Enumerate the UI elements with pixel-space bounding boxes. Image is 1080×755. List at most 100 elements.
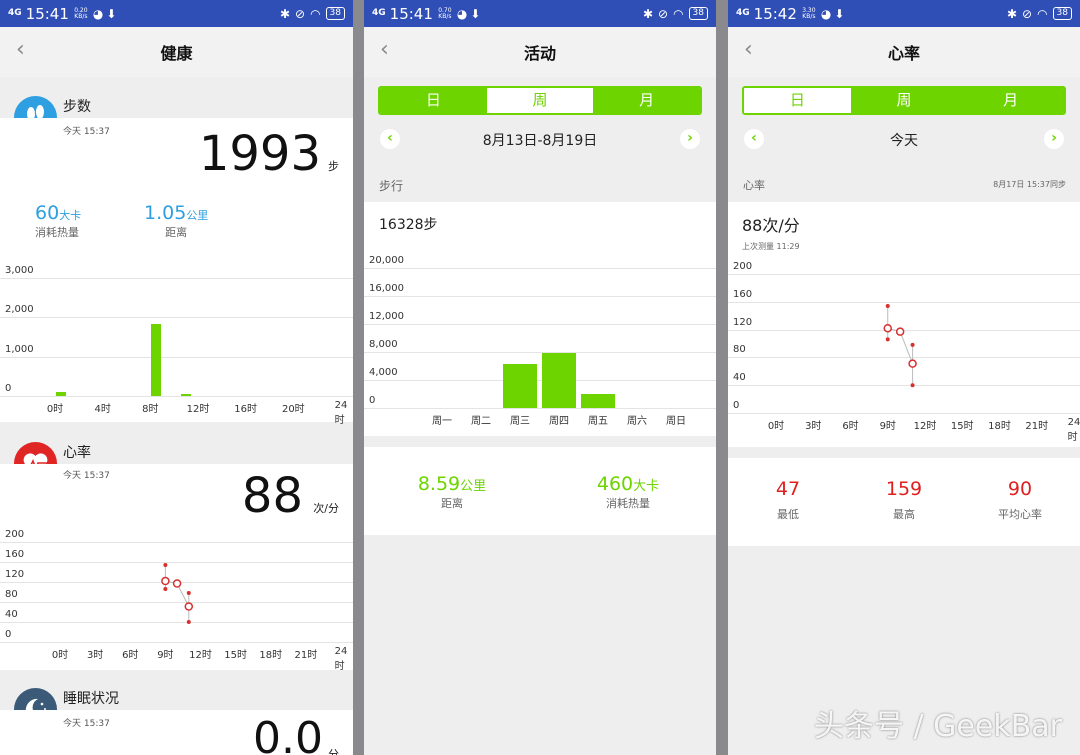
next-arrow-icon[interactable]: ›: [680, 129, 700, 149]
section-label: 步行: [379, 179, 404, 193]
tab-week[interactable]: 周: [486, 88, 594, 113]
mute-icon: ⊘: [1022, 6, 1033, 21]
tab-week[interactable]: 周: [850, 88, 958, 113]
section-label: 心率: [743, 179, 765, 192]
network-indicator: 4G: [736, 8, 750, 18]
back-icon[interactable]: ‹: [744, 37, 753, 62]
status-time: 15:42: [753, 4, 797, 23]
tab-month[interactable]: 月: [957, 88, 1064, 113]
wifi-icon: ◠: [310, 6, 321, 21]
heart-extreme-dot: [186, 620, 191, 624]
y-tick-label: 2,000: [5, 304, 34, 316]
y-tick-label: 4,000: [369, 367, 398, 378]
heart-value: 88: [241, 468, 303, 524]
distance-unit: 公里: [186, 209, 209, 222]
distance-unit: 公里: [460, 479, 487, 494]
back-icon[interactable]: ‹: [16, 37, 25, 62]
steps-bar: [181, 394, 192, 396]
avg-label: 平均心率: [998, 508, 1042, 521]
page-title: 心率: [887, 44, 920, 63]
tab-day[interactable]: 日: [744, 88, 851, 113]
wifi-icon: ◠: [1037, 6, 1048, 21]
gridline: [0, 278, 353, 279]
sleep-card: 今天 15:37 0.0 分: [0, 710, 353, 755]
wifi-icon: ◠: [673, 6, 684, 21]
y-tick-label: 12,000: [369, 311, 404, 322]
avg-stat: 90 平均心率: [980, 478, 1060, 522]
battery-icon: 38: [688, 7, 708, 20]
x-tick-label: 周日: [666, 416, 686, 427]
notification-icon: ◕: [92, 6, 104, 21]
mute-icon: ⊘: [295, 6, 306, 21]
heart-point: [172, 579, 182, 588]
location-icon: ⬇: [106, 6, 117, 21]
network-indicator: 4G: [8, 8, 22, 18]
y-tick-label: 0: [5, 383, 12, 394]
avg-value: 90: [1007, 478, 1033, 500]
distance-label: 距离: [441, 497, 463, 510]
battery-icon: 38: [325, 7, 345, 20]
status-bar: 4G 15:41 0.20 KB/s ◕ ⬇ ✱ ⊘ ◠ 38: [0, 0, 353, 27]
week-bar: [581, 394, 615, 408]
week-bar: [542, 352, 576, 408]
x-tick-label: 0时: [46, 404, 64, 415]
status-bar: 4G 15:42 3.30 KB/s ◕ ⬇ ✱ ⊘ ◠ 38: [728, 0, 1080, 27]
x-tick-label: 周三: [510, 416, 530, 427]
heart-rate-chart: 200 160 120 80 40 0 0时 3时 6时 9时 12时 15时 18时 21时 24时: [728, 261, 1080, 443]
page-title: 健康: [160, 44, 193, 63]
mute-icon: ⊘: [658, 6, 669, 21]
steps-time: 今天 15:37: [63, 127, 110, 137]
y-tick-label: 8,000: [369, 339, 398, 350]
status-time: 15:41: [389, 4, 433, 23]
back-icon[interactable]: ‹: [380, 37, 389, 62]
sleep-unit: 分: [328, 748, 339, 755]
gridline: [364, 380, 716, 381]
x-tick-label: 周六: [627, 416, 647, 427]
activity-screen: 4G 15:41 0.70 KB/s ◕ ⬇ ✱ ⊘ ◠ 38 ‹ 活动 日 周…: [364, 0, 716, 755]
max-value: 159: [885, 478, 923, 500]
heart-label: 心率: [63, 445, 91, 461]
steps-label: 步数: [63, 99, 91, 115]
distance-value: 1.05: [144, 202, 187, 224]
network-speed: 3.30 KB/s: [802, 6, 816, 20]
distance-stat: 8.59公里 距离: [394, 473, 510, 511]
y-tick-label: 1,000: [5, 343, 34, 355]
calories-label: 消耗热量: [35, 226, 79, 239]
sleep-section[interactable]: 睡眠状况 今天 15:37 0.0 分: [0, 680, 353, 755]
calories-value: 460: [596, 473, 634, 495]
heart-section[interactable]: 心率 今天 15:37 88 次/分 200 160 120 80 40 0 0时 3时 6时 9…: [0, 434, 353, 672]
gridline: [364, 268, 716, 269]
steps-value: 1993: [198, 126, 321, 182]
heart-extreme-dot: [186, 591, 191, 595]
header: ‹ 健康: [0, 27, 353, 77]
steps-section[interactable]: 步数 今天 15:37 1993 步 60大卡 消耗热量 1.05公里 距离 3…: [0, 90, 353, 426]
x-tick-label: 周四: [549, 416, 569, 427]
notification-icon: ◕: [820, 6, 832, 21]
steps-card: 今天 15:37 1993 步 60大卡 消耗热量 1.05公里 距离 3,00…: [0, 118, 353, 426]
location-icon: ⬇: [470, 6, 481, 21]
notification-icon: ◕: [456, 6, 468, 21]
bluetooth-icon: ✱: [642, 6, 653, 21]
sync-time: 8月17日 15:37同步: [993, 180, 1066, 189]
heart-extreme-dot: [163, 587, 168, 591]
x-tick-label: 24时: [334, 400, 348, 426]
y-tick-label: 0: [369, 395, 376, 406]
walking-card: 16328步 20,000 16,000 12,000 8,000 4,000 0 周一 周二…: [364, 202, 716, 436]
min-value: 47: [775, 478, 801, 500]
next-arrow-icon[interactable]: ›: [1044, 129, 1064, 149]
sleep-value: 0.0: [253, 713, 323, 755]
calories-unit: 大卡: [633, 479, 660, 494]
watermark: 头条号 / GeekBar: [813, 709, 1062, 744]
tab-day[interactable]: 日: [380, 88, 487, 113]
heart-points: [161, 563, 194, 624]
calories-label: 消耗热量: [606, 497, 650, 510]
tab-month[interactable]: 月: [593, 88, 700, 113]
y-tick-label: 16,000: [369, 283, 404, 294]
calories-unit: 大卡: [59, 209, 82, 222]
heart-chart: 200 160 120 80 40 0 0时 3时 6时 9时 12时 15时 18时 21时 24时: [0, 529, 353, 672]
steps-unit: 步: [328, 160, 339, 173]
health-screen: 4G 15:41 0.20 KB/s ◕ ⬇ ✱ ⊘ ◠ 38 ‹ 健康 步数 …: [0, 0, 353, 755]
heart-point: [908, 359, 917, 368]
distance-stat: 1.05公里 距离: [144, 202, 208, 240]
steps-bar: [151, 324, 162, 396]
